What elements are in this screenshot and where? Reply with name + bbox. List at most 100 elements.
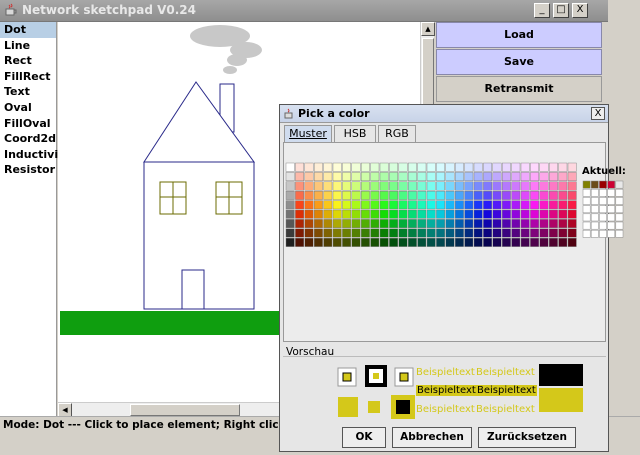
color-swatch[interactable] — [473, 209, 483, 219]
color-swatch[interactable] — [285, 162, 295, 172]
color-swatch[interactable] — [285, 228, 295, 238]
color-swatch[interactable] — [285, 191, 295, 200]
color-swatch[interactable] — [314, 209, 323, 219]
recent-color-swatch[interactable] — [590, 229, 599, 238]
recent-color-swatch[interactable] — [582, 180, 591, 189]
color-swatch[interactable] — [511, 200, 521, 210]
color-swatch[interactable] — [567, 228, 577, 238]
color-swatch[interactable] — [407, 219, 417, 229]
color-swatch[interactable] — [558, 191, 568, 200]
recent-colors-grid[interactable] — [582, 180, 625, 244]
color-swatch[interactable] — [511, 172, 521, 181]
recent-color-swatch[interactable] — [607, 197, 616, 205]
color-swatch[interactable] — [520, 181, 530, 191]
color-swatch[interactable] — [464, 181, 474, 191]
color-swatch[interactable] — [492, 200, 502, 210]
recent-color-swatch[interactable] — [590, 205, 599, 214]
color-swatch[interactable] — [370, 228, 380, 238]
tool-item-filloval[interactable]: FillOval — [0, 116, 56, 132]
color-swatch[interactable] — [342, 209, 352, 219]
tab-muster[interactable]: Muster — [284, 125, 332, 142]
color-swatch[interactable] — [436, 181, 445, 191]
color-swatch[interactable] — [454, 162, 464, 172]
color-swatch[interactable] — [492, 172, 502, 181]
color-swatch[interactable] — [558, 237, 568, 247]
color-swatch[interactable] — [549, 237, 558, 247]
color-swatch[interactable] — [304, 181, 314, 191]
color-swatch[interactable] — [501, 172, 511, 181]
color-swatch[interactable] — [558, 209, 568, 219]
color-swatch[interactable] — [539, 219, 549, 229]
color-swatch[interactable] — [379, 172, 389, 181]
color-swatch[interactable] — [342, 237, 352, 247]
recent-color-swatch[interactable] — [607, 213, 616, 222]
color-swatch[interactable] — [558, 228, 568, 238]
color-swatch[interactable] — [314, 200, 323, 210]
color-swatch[interactable] — [304, 237, 314, 247]
color-swatch[interactable] — [473, 237, 483, 247]
color-swatch[interactable] — [295, 237, 304, 247]
color-swatch[interactable] — [426, 200, 436, 210]
color-swatch[interactable] — [426, 219, 436, 229]
color-swatch[interactable] — [379, 209, 389, 219]
color-swatch[interactable] — [370, 200, 380, 210]
color-swatch[interactable] — [370, 172, 380, 181]
recent-color-swatch[interactable] — [590, 213, 599, 222]
color-swatch[interactable] — [295, 228, 304, 238]
color-swatch[interactable] — [389, 200, 399, 210]
color-swatch[interactable] — [567, 172, 577, 181]
color-swatch[interactable] — [464, 228, 474, 238]
color-swatch[interactable] — [511, 162, 521, 172]
color-swatch[interactable] — [360, 162, 370, 172]
color-swatch[interactable] — [285, 172, 295, 181]
color-swatch[interactable] — [398, 219, 408, 229]
title-bar[interactable]: Network sketchpad V0.24 _ □ X — [0, 0, 608, 22]
color-swatch[interactable] — [567, 162, 577, 172]
color-swatch[interactable] — [323, 209, 333, 219]
color-swatch[interactable] — [520, 228, 530, 238]
color-swatch[interactable] — [417, 191, 427, 200]
color-swatch[interactable] — [398, 228, 408, 238]
color-swatch[interactable] — [323, 191, 333, 200]
color-swatch[interactable] — [454, 219, 464, 229]
retransmit-button[interactable]: Retransmit — [436, 76, 602, 102]
color-swatch[interactable] — [323, 200, 333, 210]
color-swatch[interactable] — [464, 219, 474, 229]
color-swatch[interactable] — [492, 228, 502, 238]
color-swatch[interactable] — [332, 237, 342, 247]
color-swatch[interactable] — [351, 219, 361, 229]
color-swatch[interactable] — [295, 191, 304, 200]
minimize-button[interactable]: _ — [534, 3, 550, 18]
save-button[interactable]: Save — [436, 49, 602, 75]
color-swatch[interactable] — [389, 237, 399, 247]
color-swatch[interactable] — [520, 219, 530, 229]
color-swatch[interactable] — [360, 228, 370, 238]
color-swatch[interactable] — [389, 181, 399, 191]
horizontal-scroll-thumb[interactable] — [130, 404, 240, 416]
color-swatch[interactable] — [370, 191, 380, 200]
color-swatch[interactable] — [285, 237, 295, 247]
color-swatch[interactable] — [379, 191, 389, 200]
color-swatch[interactable] — [407, 172, 417, 181]
tool-item-oval[interactable]: Oval — [0, 100, 56, 116]
color-swatch[interactable] — [360, 181, 370, 191]
tool-item-line[interactable]: Line — [0, 38, 56, 54]
recent-color-swatch[interactable] — [582, 197, 591, 205]
color-swatch[interactable] — [295, 172, 304, 181]
color-swatch[interactable] — [483, 237, 492, 247]
color-swatch[interactable] — [520, 237, 530, 247]
color-swatch[interactable] — [567, 200, 577, 210]
color-swatch[interactable] — [398, 162, 408, 172]
color-swatch[interactable] — [473, 162, 483, 172]
color-swatch[interactable] — [483, 228, 492, 238]
color-swatch[interactable] — [539, 191, 549, 200]
recent-color-swatch[interactable] — [607, 221, 616, 230]
ok-button[interactable]: OK — [342, 427, 386, 448]
color-swatch[interactable] — [558, 172, 568, 181]
color-swatch[interactable] — [454, 181, 464, 191]
color-swatch[interactable] — [520, 209, 530, 219]
color-swatch[interactable] — [342, 200, 352, 210]
color-swatch[interactable] — [454, 191, 464, 200]
tool-item-inductivity[interactable]: Inductivity — [0, 147, 71, 163]
maximize-button[interactable]: □ — [553, 3, 569, 18]
